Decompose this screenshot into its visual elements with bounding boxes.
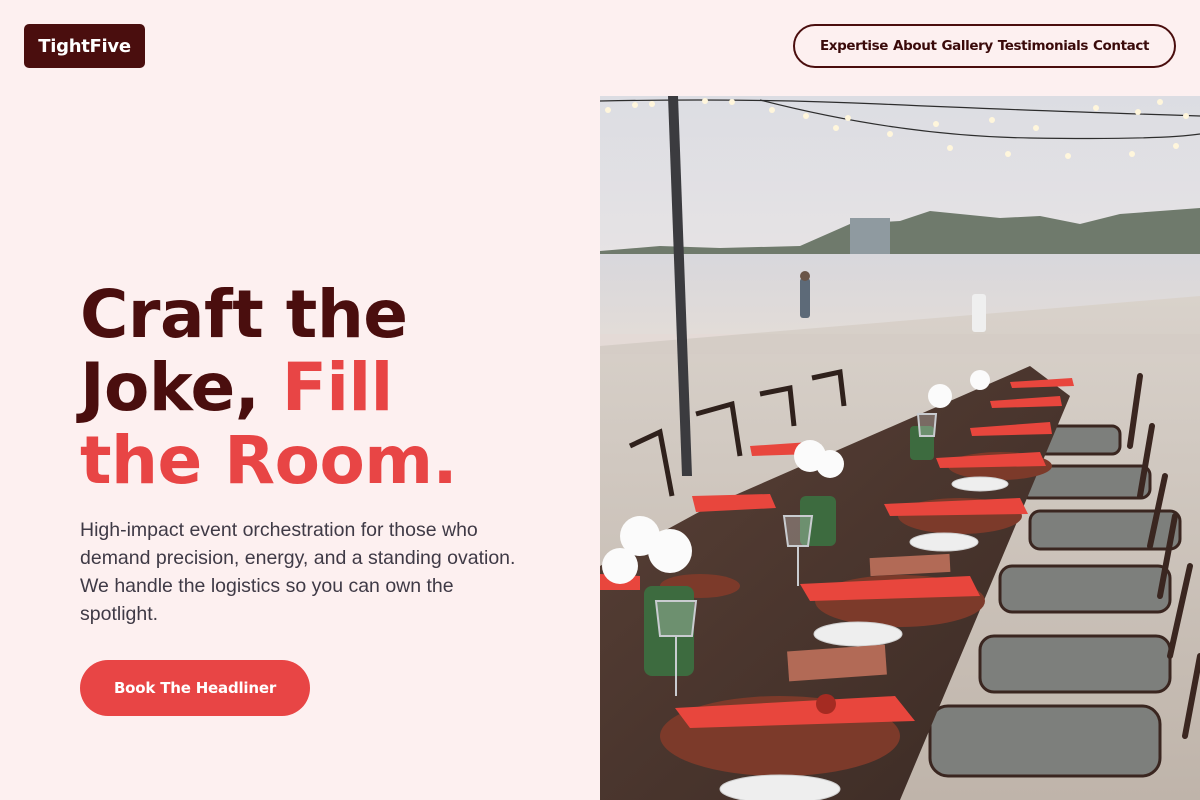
book-headliner-button[interactable]: Book The Headliner — [80, 660, 310, 716]
nav-item-about[interactable]: About — [893, 38, 937, 54]
nav-item-contact[interactable]: Contact — [1093, 38, 1149, 54]
nav-item-gallery[interactable]: Gallery — [942, 38, 994, 54]
headline-line-2-dark: Joke, — [80, 349, 282, 426]
main-nav: Expertise About Gallery Testimonials Con… — [793, 24, 1176, 68]
hero-subtitle: High-impact event orchestration for thos… — [80, 519, 516, 625]
brand-logo[interactable]: TightFive — [24, 24, 145, 68]
headline-line-1: Craft the — [80, 276, 408, 353]
headline-line-3-accent: the Room. — [80, 422, 458, 499]
nav-item-testimonials[interactable]: Testimonials — [998, 38, 1089, 54]
headline-line-2-accent: Fill — [281, 349, 393, 426]
nav-item-expertise[interactable]: Expertise — [820, 38, 888, 54]
hero-image — [600, 96, 1200, 800]
hero-headline: Craft the Joke, Fill the Room. — [80, 278, 550, 497]
